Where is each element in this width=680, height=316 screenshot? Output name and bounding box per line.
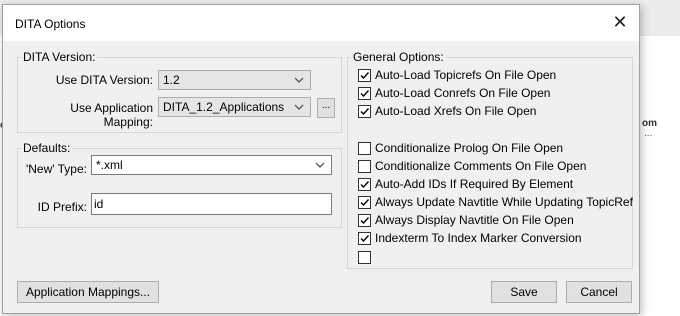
new-type-label: 'New' Type: bbox=[25, 162, 87, 176]
check-icon bbox=[360, 181, 370, 189]
check-icon bbox=[360, 235, 370, 243]
title-bar: DITA Options ✕ bbox=[3, 5, 639, 41]
use-dita-version-label: Use DITA Version: bbox=[55, 73, 153, 87]
general-options-group: Auto-Load Topicrefs On File Open Auto-Loa… bbox=[347, 57, 633, 269]
save-button[interactable]: Save bbox=[491, 281, 557, 303]
general-options-group-label: General Options: bbox=[351, 50, 446, 64]
chevron-down-icon bbox=[313, 157, 327, 173]
checkbox[interactable] bbox=[358, 160, 371, 173]
checkbox[interactable] bbox=[358, 105, 371, 118]
app-mapping-select[interactable]: DITA_1.2_Applications bbox=[158, 97, 311, 117]
checkbox[interactable] bbox=[358, 214, 371, 227]
new-type-value: *.xml bbox=[96, 158, 123, 172]
checkbox-label: Auto-Load Xrefs On File Open bbox=[375, 104, 537, 118]
check-icon bbox=[360, 108, 370, 116]
checkbox-label: Conditionalize Comments On File Open bbox=[375, 159, 587, 173]
close-button[interactable]: ✕ bbox=[605, 9, 635, 37]
checkbox-label: Auto-Add IDs If Required By Element bbox=[375, 177, 574, 191]
id-prefix-label: ID Prefix: bbox=[37, 200, 87, 214]
new-type-select[interactable]: *.xml bbox=[91, 155, 332, 175]
defaults-group-label: Defaults: bbox=[21, 141, 73, 155]
cancel-button[interactable]: Cancel bbox=[566, 281, 632, 303]
checkbox-label: Auto-Load Topicrefs On File Open bbox=[375, 68, 557, 82]
checkbox[interactable] bbox=[358, 69, 371, 82]
dita-version-value: 1.2 bbox=[163, 73, 180, 87]
close-icon: ✕ bbox=[612, 12, 628, 33]
dita-options-dialog: DITA Options ✕ DITA Version: Use DITA Ve… bbox=[2, 4, 640, 314]
checkbox[interactable] bbox=[358, 232, 371, 245]
checkbox-label: Always Display Navtitle On File Open bbox=[375, 213, 574, 227]
checkbox-label: Always Update Navtitle While Updating To… bbox=[375, 195, 633, 209]
browse-mapping-button[interactable]: ... bbox=[317, 98, 335, 118]
checkbox[interactable] bbox=[358, 142, 371, 155]
checkbox[interactable] bbox=[358, 251, 371, 264]
dialog-title: DITA Options bbox=[15, 17, 86, 31]
chevron-down-icon bbox=[292, 99, 306, 115]
checkbox-label: Auto-Load Conrefs On File Open bbox=[375, 86, 551, 100]
checkbox[interactable] bbox=[358, 178, 371, 191]
check-icon bbox=[360, 199, 370, 207]
checkbox[interactable] bbox=[358, 196, 371, 209]
id-prefix-input[interactable]: id bbox=[91, 193, 332, 215]
checkbox[interactable] bbox=[358, 87, 371, 100]
use-app-mapping-label: Use Application Mapping: bbox=[70, 101, 153, 129]
checkbox-label: Conditionalize Prolog On File Open bbox=[375, 141, 564, 155]
application-mappings-button[interactable]: Application Mappings... bbox=[17, 281, 159, 303]
check-icon bbox=[360, 90, 370, 98]
dita-version-select[interactable]: 1.2 bbox=[158, 70, 311, 90]
chevron-down-icon bbox=[292, 72, 306, 88]
check-icon bbox=[360, 217, 370, 225]
checkbox-label: Indexterm To Index Marker Conversion bbox=[375, 231, 582, 245]
app-mapping-value: DITA_1.2_Applications bbox=[163, 100, 285, 114]
check-icon bbox=[360, 72, 370, 80]
dita-version-group-label: DITA Version: bbox=[21, 50, 98, 64]
background-ellipsis: ... bbox=[644, 128, 653, 139]
